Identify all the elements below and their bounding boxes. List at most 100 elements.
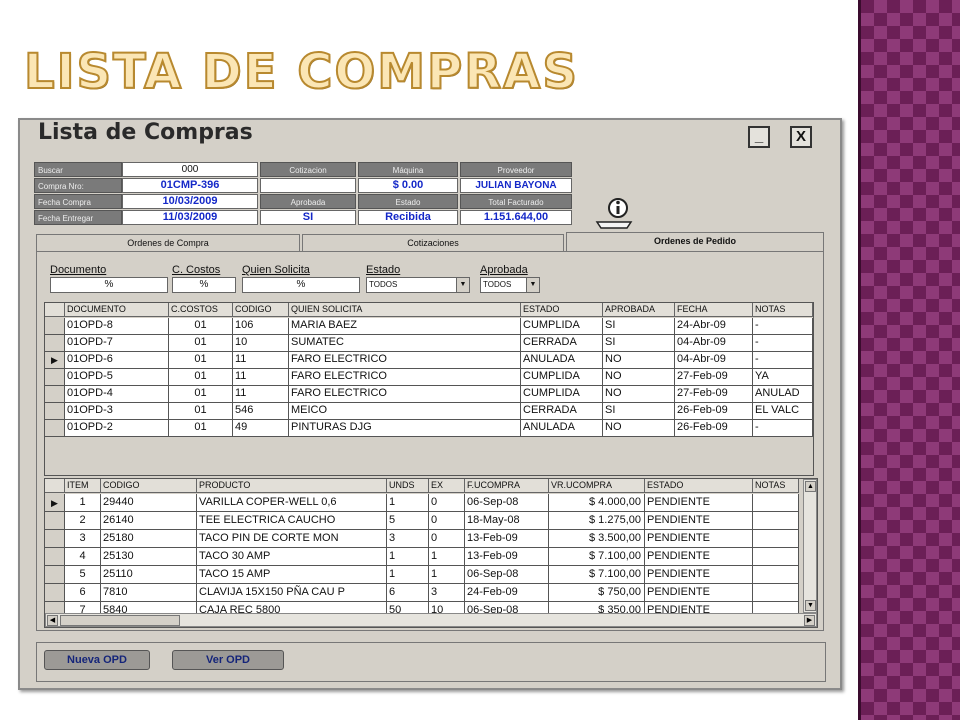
table-cell: 29440 [101, 494, 197, 512]
aprobada-filter-select[interactable]: TODOS ▼ [480, 277, 540, 293]
table-cell: PENDIENTE [645, 584, 753, 602]
table-cell: YA [753, 369, 813, 386]
table-cell: 01 [169, 420, 233, 437]
items-header-codigo[interactable]: CODIGO [101, 479, 197, 493]
table-cell: CERRADA [521, 335, 603, 352]
table-cell: CUMPLIDA [521, 318, 603, 335]
table-cell: 24-Abr-09 [675, 318, 753, 335]
table-cell [753, 530, 799, 548]
scroll-thumb[interactable] [60, 615, 180, 626]
tab-ordenes-de-compra[interactable]: Ordenes de Compra [36, 234, 300, 252]
orders-header-fecha[interactable]: FECHA [675, 303, 753, 317]
chevron-down-icon[interactable]: ▼ [456, 278, 469, 292]
ver-opd-button[interactable]: Ver OPD [172, 650, 284, 670]
buscar-input[interactable]: 000 [122, 162, 258, 177]
scroll-right-icon[interactable]: ▶ [804, 615, 815, 626]
table-row[interactable]: 2 26140 TEE ELECTRICA CAUCHO 5 0 18-May-08 $ 1… [45, 512, 799, 530]
row-indicator[interactable] [45, 420, 65, 437]
items-header-producto[interactable]: PRODUCTO [197, 479, 387, 493]
scroll-up-icon[interactable]: ▲ [805, 481, 816, 492]
table-row[interactable]: 5 25110 TACO 15 AMP 1 1 06-Sep-08 $ 7.100,00 PE… [45, 566, 799, 584]
row-indicator[interactable]: ▶ [45, 352, 65, 369]
tab-cotizaciones[interactable]: Cotizaciones [302, 234, 564, 252]
total-facturado-value: 1.151.644,00 [460, 210, 572, 225]
table-row[interactable]: 01OPD-8 01 106 MARIA BAEZ CUMPLIDA SI 24-Abr-0… [45, 318, 813, 335]
row-indicator[interactable] [45, 335, 65, 352]
orders-header-notas[interactable]: NOTAS [753, 303, 813, 317]
horizontal-scrollbar[interactable]: ◀ ▶ [45, 613, 817, 627]
items-header-vr-ucompra[interactable]: VR.UCOMPRA [549, 479, 645, 493]
table-cell: 106 [233, 318, 289, 335]
table-cell: 27-Feb-09 [675, 386, 753, 403]
table-cell: 11 [233, 369, 289, 386]
table-cell: 6 [387, 584, 429, 602]
table-cell: $ 750,00 [549, 584, 645, 602]
items-header-f-ucompra[interactable]: F.UCOMPRA [465, 479, 549, 493]
buscar-label: Buscar [34, 162, 122, 177]
button-bar [36, 642, 826, 682]
table-row[interactable]: 01OPD-3 01 546 MEICO CERRADA SI 26-Feb-09 EL VA… [45, 403, 813, 420]
quien-solicita-filter-input[interactable]: % [242, 277, 360, 293]
table-cell: 26140 [101, 512, 197, 530]
scroll-down-icon[interactable]: ▼ [805, 600, 816, 611]
compra-nro-label: Compra Nro: [34, 178, 122, 193]
orders-header-c-costos[interactable]: C.COSTOS [169, 303, 233, 317]
table-cell: 01OPD-7 [65, 335, 169, 352]
table-row[interactable]: 3 25180 TACO PIN DE CORTE MON 3 0 13-Feb-09 $ … [45, 530, 799, 548]
documento-filter-input[interactable]: % [50, 277, 168, 293]
items-header-item[interactable]: ITEM [65, 479, 101, 493]
table-header-row: DOCUMENTO C.COSTOS CODIGO QUIEN SOLICITA EST… [45, 303, 813, 317]
table-row[interactable]: 4 25130 TACO 30 AMP 1 1 13-Feb-09 $ 7.100,00 PE… [45, 548, 799, 566]
minimize-button[interactable]: _ [748, 126, 770, 148]
row-indicator[interactable] [45, 386, 65, 403]
table-cell: 01OPD-6 [65, 352, 169, 369]
table-cell: 01 [169, 352, 233, 369]
row-indicator[interactable] [45, 403, 65, 420]
table-cell: - [753, 352, 813, 369]
tab-ordenes-de-pedido[interactable]: Ordenes de Pedido [566, 232, 824, 253]
orders-header-estado[interactable]: ESTADO [521, 303, 603, 317]
table-row[interactable]: 01OPD-4 01 11 FARO ELECTRICO CUMPLIDA NO 27-Fe… [45, 386, 813, 403]
table-row[interactable]: 01OPD-5 01 11 FARO ELECTRICO CUMPLIDA NO 27-Fe… [45, 369, 813, 386]
row-indicator[interactable] [45, 584, 65, 602]
row-indicator[interactable] [45, 548, 65, 566]
items-header-estado[interactable]: ESTADO [645, 479, 753, 493]
nueva-opd-button[interactable]: Nueva OPD [44, 650, 150, 670]
orders-header-codigo[interactable]: CODIGO [233, 303, 289, 317]
orders-header-aprobada[interactable]: APROBADA [603, 303, 675, 317]
estado-filter-select[interactable]: TODOS ▼ [366, 277, 470, 293]
items-header-notas[interactable]: NOTAS [753, 479, 799, 493]
table-row[interactable]: 01OPD-2 01 49 PINTURAS DJG ANULADA NO 26-Feb-0… [45, 420, 813, 437]
close-button[interactable]: X [790, 126, 812, 148]
table-cell: PENDIENTE [645, 530, 753, 548]
row-indicator[interactable] [45, 369, 65, 386]
row-indicator[interactable] [45, 566, 65, 584]
table-row[interactable]: 6 7810 CLAVIJA 15X150 PÑA CAU P 6 3 24-Feb-09… [45, 584, 799, 602]
items-header-unds[interactable]: UNDS [387, 479, 429, 493]
documento-filter-label: Documento [50, 264, 107, 276]
table-cell [753, 494, 799, 512]
scroll-left-icon[interactable]: ◀ [47, 615, 58, 626]
header-indicator-cell [45, 479, 65, 493]
table-cell: 25130 [101, 548, 197, 566]
aprobada-value: SI [260, 210, 356, 225]
row-indicator[interactable] [45, 512, 65, 530]
c-costos-filter-input[interactable]: % [172, 277, 236, 293]
table-row[interactable]: 01OPD-7 01 10 SUMATEC CERRADA SI 04-Abr-09- [45, 335, 813, 352]
table-cell: - [753, 420, 813, 437]
table-row[interactable]: ▶ 1 29440 VARILLA COPER-WELL 0,6 1 0 06-Sep-08… [45, 494, 799, 512]
vertical-scrollbar[interactable]: ▲ ▼ [803, 479, 817, 613]
table-cell: ANULADA [521, 420, 603, 437]
table-cell: 25180 [101, 530, 197, 548]
table-cell: $ 1.275,00 [549, 512, 645, 530]
table-cell: 26-Feb-09 [675, 420, 753, 437]
row-indicator[interactable]: ▶ [45, 494, 65, 512]
info-icon[interactable] [594, 196, 634, 230]
orders-header-quien-solicita[interactable]: QUIEN SOLICITA [289, 303, 521, 317]
row-indicator[interactable] [45, 318, 65, 335]
chevron-down-icon[interactable]: ▼ [526, 278, 539, 292]
table-row[interactable]: ▶ 01OPD-6 01 11 FARO ELECTRICO ANULADA NO 04-Ab… [45, 352, 813, 369]
items-header-ex[interactable]: EX [429, 479, 465, 493]
orders-header-documento[interactable]: DOCUMENTO [65, 303, 169, 317]
row-indicator[interactable] [45, 530, 65, 548]
